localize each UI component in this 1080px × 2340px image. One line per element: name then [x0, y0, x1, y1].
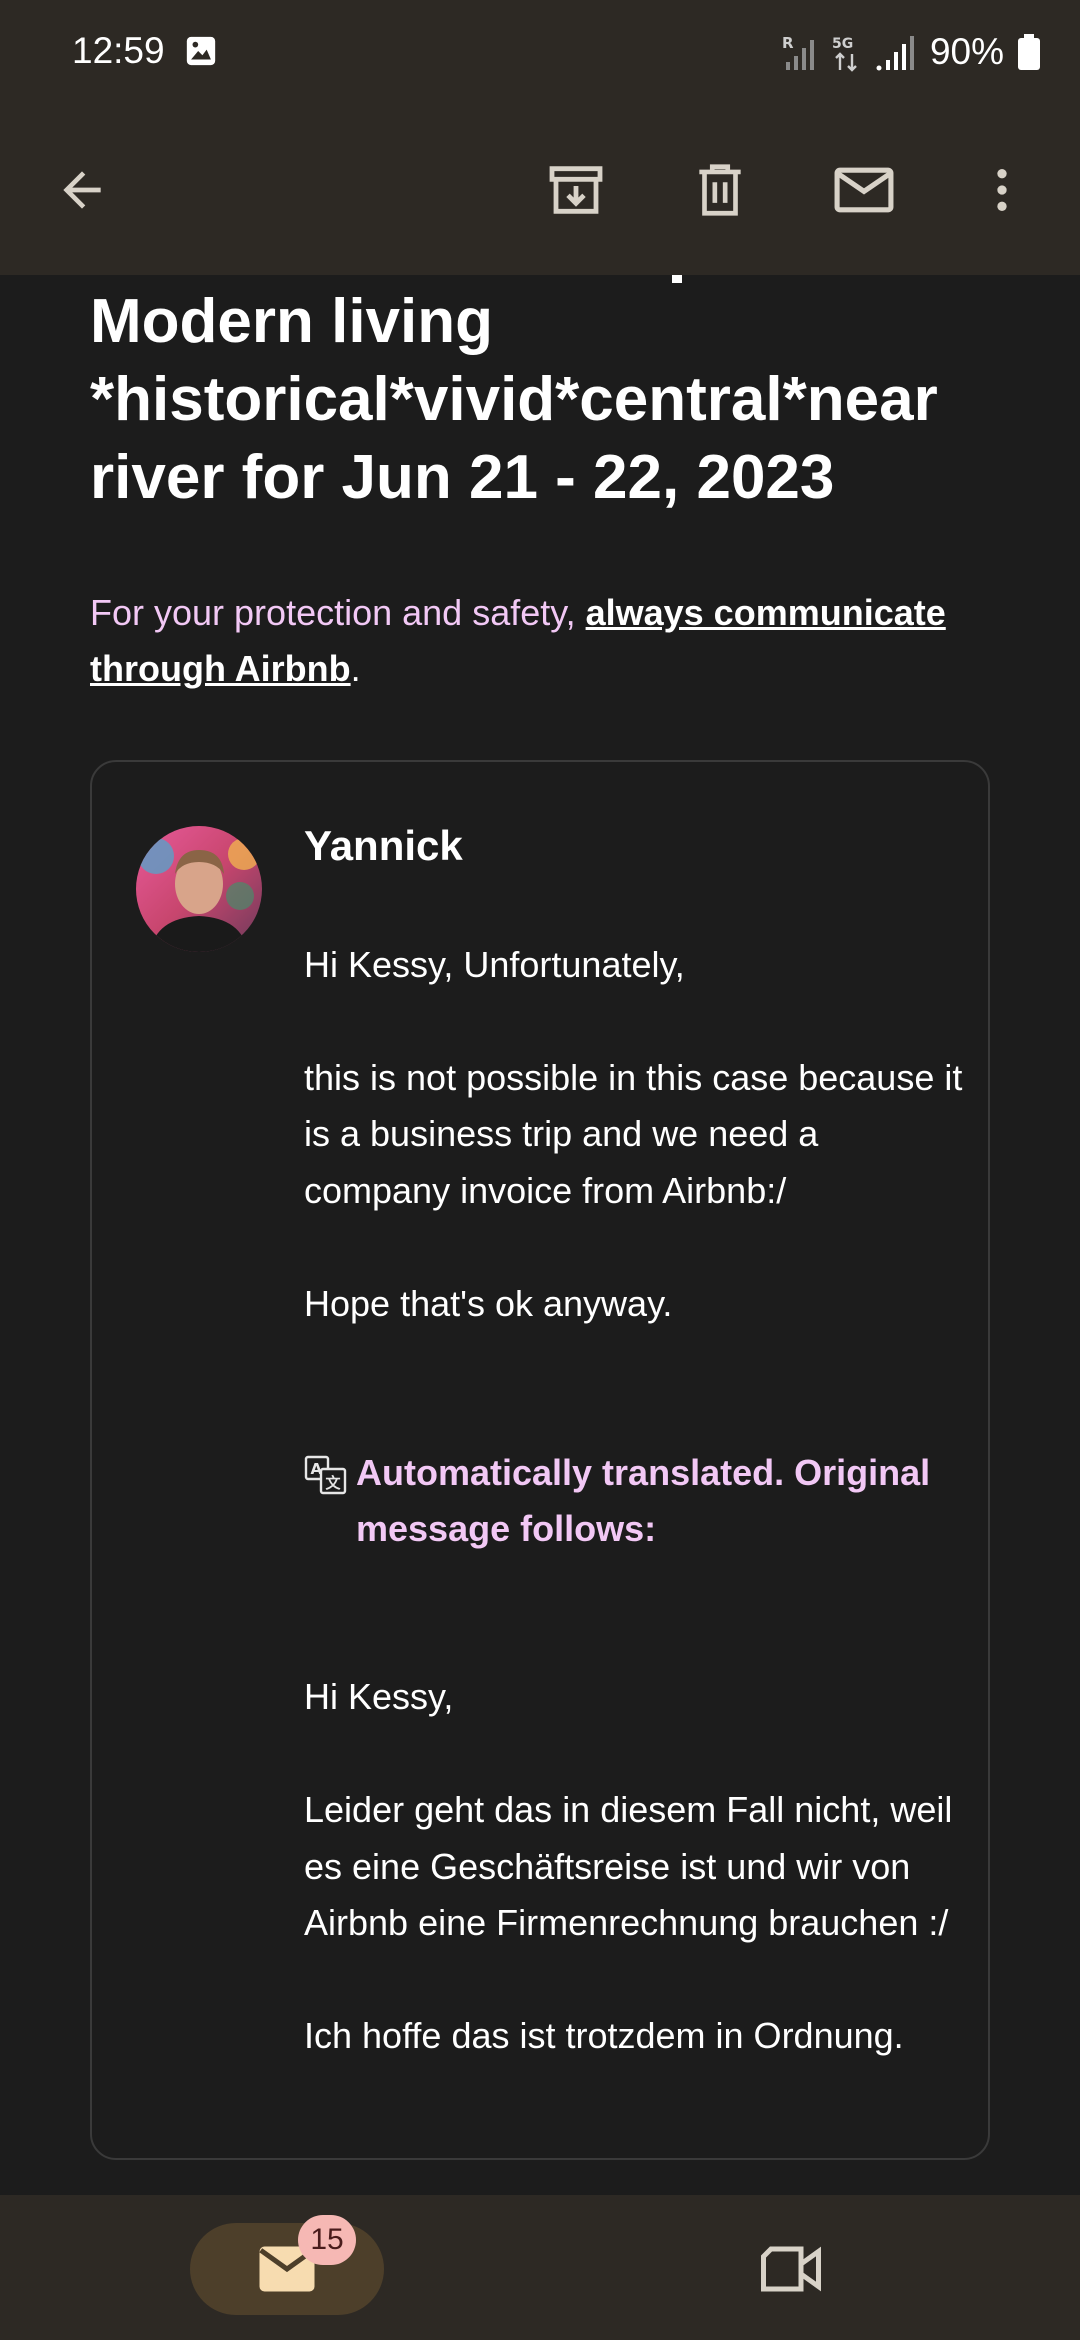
battery-icon — [1018, 34, 1040, 70]
cell-signal-icon — [876, 36, 914, 71]
safety-notice: For your protection and safety, always c… — [90, 585, 990, 697]
roaming-signal-icon: R — [782, 34, 814, 70]
svg-text:文: 文 — [326, 1474, 342, 1492]
avatar — [136, 826, 262, 952]
status-bar: 12:59 R 5G 90% — [0, 0, 1080, 105]
archive-button[interactable] — [528, 142, 624, 238]
email-content: Modern living *historical*vivid*central*… — [0, 275, 1080, 2195]
translate-icon: A 文 — [304, 1455, 347, 1494]
translation-notice-text: Automatically translated. Original messa… — [356, 1451, 931, 1549]
message-text-original: Hi Kessy, Leider geht das in diesem Fall… — [304, 1676, 953, 2056]
translation-notice: A 文 Automatically translated. Original m… — [304, 1445, 964, 1557]
delete-button[interactable] — [672, 142, 768, 238]
unread-badge: 15 — [298, 2215, 356, 2265]
sender-name: Yannick — [304, 822, 463, 869]
archive-icon — [549, 166, 603, 214]
message-body: Hi Kessy, Unfortunately, this is not pos… — [304, 880, 964, 2121]
email-toolbar — [0, 105, 1080, 275]
status-indicators: R 5G 90% — [782, 28, 1040, 76]
delete-icon — [699, 164, 741, 216]
video-camera-icon — [761, 2246, 821, 2292]
battery-percent: 90% — [929, 31, 1004, 72]
status-time: 12:59 — [72, 30, 165, 71]
message-text-translated: Hi Kessy, Unfortunately, this is not pos… — [304, 943, 963, 1324]
back-button[interactable] — [34, 142, 130, 238]
svg-text:5G: 5G — [832, 36, 853, 52]
back-arrow-icon — [63, 171, 101, 209]
nav-meet-tab[interactable] — [755, 2233, 827, 2305]
svg-text:R: R — [782, 34, 794, 52]
gallery-notification-icon — [186, 36, 216, 66]
email-subject: Modern living *historical*vivid*central*… — [90, 287, 938, 512]
safety-suffix: . — [350, 648, 361, 689]
more-options-button[interactable] — [954, 142, 1050, 238]
bottom-nav: 15 — [0, 2195, 1080, 2340]
network-5g-icon: 5G — [832, 36, 857, 72]
safety-text: For your protection and safety, — [90, 592, 586, 633]
message-card: Yannick Hi Kessy, Unfortunately, this is… — [90, 760, 990, 2160]
clipped-text-fragment — [672, 275, 682, 283]
more-vert-icon — [997, 169, 1007, 211]
mark-unread-icon — [834, 167, 894, 213]
avatar-photo — [136, 826, 262, 952]
mark-unread-button[interactable] — [816, 142, 912, 238]
